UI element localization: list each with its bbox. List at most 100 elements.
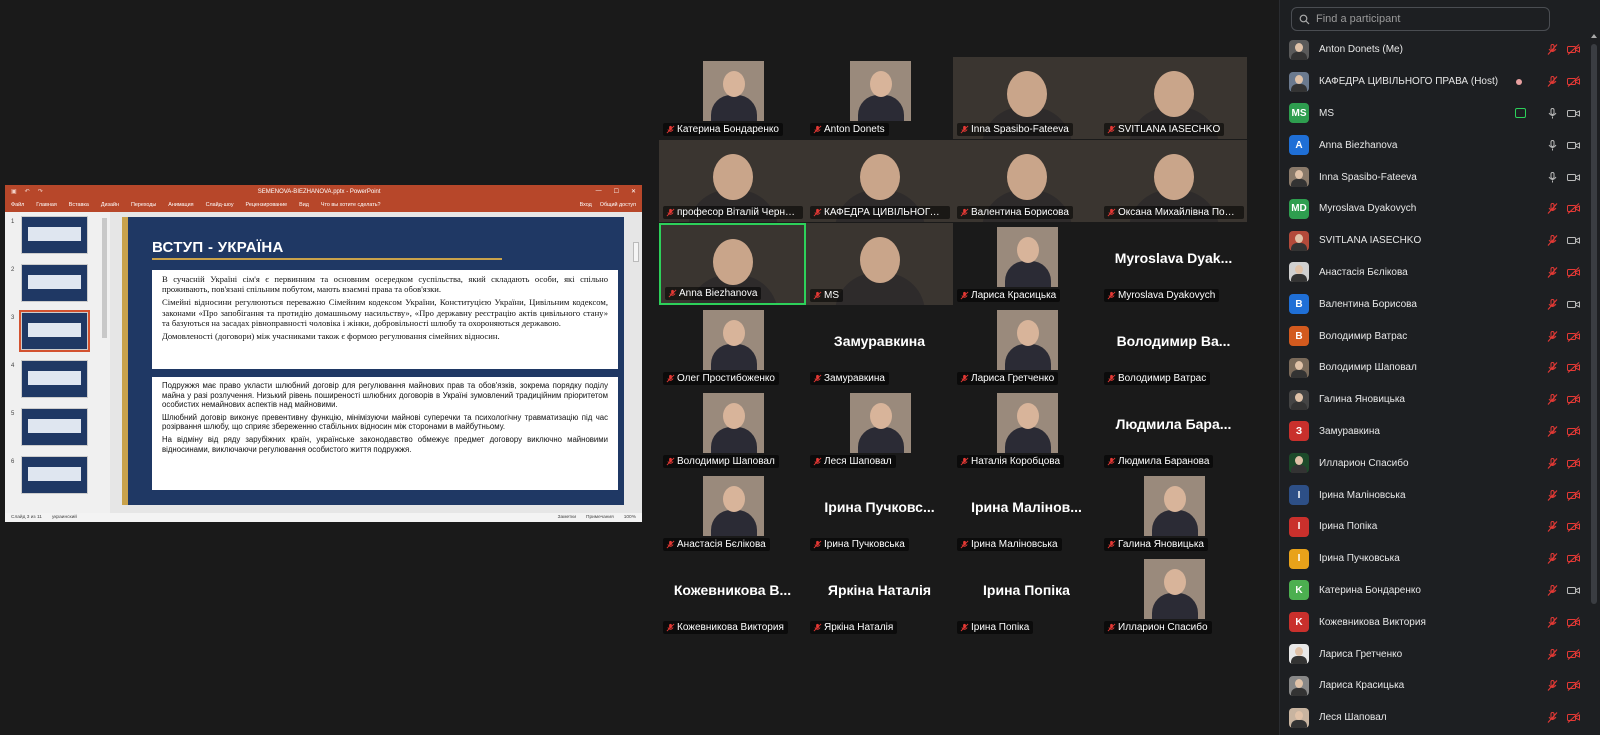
video-off-icon[interactable] (1567, 267, 1580, 278)
slide-thumbnail[interactable] (21, 408, 88, 446)
participant-tile[interactable]: КАФЕДРА ЦИВІЛЬНОГО ПР... (806, 140, 953, 222)
participant-search[interactable] (1291, 7, 1550, 31)
slide-thumbnail[interactable] (21, 216, 88, 254)
participant-row[interactable]: MS MS (1280, 98, 1580, 130)
participant-tile[interactable]: Anna Biezhanova (659, 223, 806, 305)
thumbnails-scrollbar[interactable] (102, 218, 107, 338)
video-off-icon[interactable] (1567, 394, 1580, 406)
muted-mic-icon[interactable] (1546, 44, 1559, 56)
participant-row[interactable]: B Володимир Ватрас (1280, 320, 1580, 352)
mic-icon[interactable] (1546, 107, 1559, 119)
muted-mic-icon[interactable] (1546, 648, 1559, 660)
video-off-icon[interactable] (1567, 426, 1580, 437)
participant-tile[interactable]: Катерина Бондаренко (659, 57, 806, 139)
slide-thumbnail-row[interactable]: 1 (11, 216, 110, 264)
participant-row[interactable]: Лариса Красицька (1280, 670, 1580, 702)
muted-mic-icon[interactable] (1546, 425, 1559, 437)
participant-tile[interactable]: Анастасія Бєлікова (659, 472, 806, 554)
video-off-icon[interactable] (1567, 76, 1580, 88)
participant-row[interactable]: K Кожевникова Виктория (1280, 606, 1580, 638)
video-off-icon[interactable] (1567, 457, 1580, 469)
scroll-up-icon[interactable] (1591, 34, 1597, 38)
participant-tile[interactable]: професор Віталій Чернега (659, 140, 806, 222)
participant-row[interactable]: З Замуравкина (1280, 416, 1580, 448)
participant-row[interactable]: K Катерина Бондаренко (1280, 575, 1580, 607)
minimize-icon[interactable]: — (596, 188, 602, 195)
video-off-icon[interactable] (1567, 521, 1580, 533)
sign-in-link[interactable]: Вход (580, 202, 592, 208)
slide-thumbnail-row[interactable]: 5 (11, 408, 110, 456)
video-on-icon[interactable] (1567, 235, 1580, 246)
participant-tile[interactable]: Кожевникова В... Кожевникова Виктория (659, 555, 806, 637)
participant-tile[interactable]: Ірина Малінов... Ірина Маліновська (953, 472, 1100, 554)
ribbon-tab[interactable]: Переходы (131, 202, 156, 208)
slide-thumbnail[interactable] (21, 264, 88, 302)
participant-tile[interactable]: Замуравкина Замуравкина (806, 306, 953, 388)
muted-mic-icon[interactable] (1546, 457, 1559, 469)
maximize-icon[interactable]: ☐ (614, 188, 619, 195)
participant-tile[interactable]: Олег Простибоженко (659, 306, 806, 388)
participant-row[interactable]: B Валентина Борисова (1280, 288, 1580, 320)
slide-thumbnail-row[interactable]: 3 (11, 310, 110, 360)
ribbon-tab[interactable]: Рецензирование (246, 202, 288, 208)
participant-list-scrollbar[interactable] (1591, 34, 1597, 699)
search-input[interactable] (1316, 13, 1536, 25)
muted-mic-icon[interactable] (1546, 521, 1559, 533)
ribbon-tab[interactable]: Что вы хотите сделать? (321, 202, 381, 208)
participant-tile[interactable]: Inna Spasibo-Fateeva (953, 57, 1100, 139)
slide-scrollbar[interactable] (633, 242, 639, 262)
muted-mic-icon[interactable] (1546, 330, 1559, 342)
video-off-icon[interactable] (1567, 330, 1580, 342)
muted-mic-icon[interactable] (1546, 712, 1559, 723)
video-on-icon[interactable] (1567, 140, 1580, 151)
participant-row[interactable]: Илларион Спасибо (1280, 447, 1580, 479)
participant-row[interactable]: Анастасія Бєлікова (1280, 257, 1580, 289)
ribbon-tab[interactable]: Главная (36, 202, 57, 208)
ribbon-tab[interactable]: Анимация (168, 202, 193, 208)
scrollbar-thumb[interactable] (1591, 44, 1597, 604)
participant-tile[interactable]: Яркіна Наталія Яркіна Наталія (806, 555, 953, 637)
ribbon-tab[interactable]: Слайд-шоу (206, 202, 234, 208)
participant-row[interactable]: КАФЕДРА ЦИВІЛЬНОГО ПРАВА (Host) (1280, 66, 1580, 98)
participant-tile[interactable]: Илларион Спасибо (1100, 555, 1247, 637)
participant-row[interactable]: MD Myroslava Dyakovych (1280, 193, 1580, 225)
participant-tile[interactable]: Валентина Борисова (953, 140, 1100, 222)
slide-thumbnail[interactable] (21, 360, 88, 398)
participant-tile[interactable]: Ірина Пучковс... Ірина Пучковська (806, 472, 953, 554)
participant-tile[interactable]: SVITLANA IASECHKO (1100, 57, 1247, 139)
video-on-icon[interactable] (1567, 299, 1580, 310)
close-icon[interactable]: ✕ (631, 188, 636, 195)
slide-thumbnail-row[interactable]: 6 (11, 456, 110, 504)
video-off-icon[interactable] (1567, 362, 1580, 374)
participant-tile[interactable]: Володимир Шаповал (659, 389, 806, 471)
participant-row[interactable]: I Ірина Маліновська (1280, 479, 1580, 511)
participant-tile[interactable]: Anton Donets (806, 57, 953, 139)
notes-button[interactable]: Заметки (558, 515, 576, 520)
muted-mic-icon[interactable] (1546, 553, 1559, 565)
participant-tile[interactable]: MS (806, 223, 953, 305)
participant-tile[interactable]: Ірина Попіка Ірина Попіка (953, 555, 1100, 637)
participant-row[interactable]: SVITLANA IASECHKO (1280, 225, 1580, 257)
muted-mic-icon[interactable] (1546, 394, 1559, 406)
participant-row[interactable]: Лариса Гретченко (1280, 638, 1580, 670)
participant-tile[interactable]: Володимир Ва... Володимир Ватрас (1100, 306, 1247, 388)
muted-mic-icon[interactable] (1546, 584, 1559, 596)
participant-tile[interactable]: Леся Шаповал (806, 389, 953, 471)
participant-tile[interactable]: Оксана Михайлівна Пономар... (1100, 140, 1247, 222)
participant-row[interactable]: Anton Donets (Me) (1280, 34, 1580, 66)
slide-thumbnail-row[interactable]: 2 (11, 264, 110, 312)
muted-mic-icon[interactable] (1546, 235, 1559, 247)
participant-row[interactable]: Леся Шаповал (1280, 702, 1580, 734)
ribbon-tab[interactable]: Вставка (69, 202, 89, 208)
participant-tile[interactable]: Людмила Бара... Людмила Баранова (1100, 389, 1247, 471)
participant-row[interactable]: Inna Spasibo-Fateeva (1280, 161, 1580, 193)
muted-mic-icon[interactable] (1546, 298, 1559, 310)
ribbon-tab[interactable]: Дизайн (101, 202, 119, 208)
participant-tile[interactable]: Myroslava Dyak... Myroslava Dyakovych (1100, 223, 1247, 305)
video-on-icon[interactable] (1567, 585, 1580, 596)
muted-mic-icon[interactable] (1546, 489, 1559, 501)
ribbon-tab[interactable]: Файл (11, 202, 24, 208)
share-button[interactable]: Общий доступ (600, 202, 636, 208)
video-off-icon[interactable] (1567, 712, 1580, 724)
comments-button[interactable]: Примечания (586, 515, 614, 520)
